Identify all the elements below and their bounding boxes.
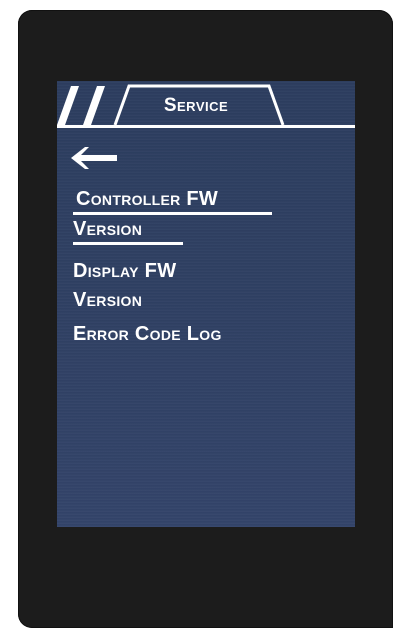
- arrow-left-icon[interactable]: [71, 147, 117, 169]
- menu-item-label-line1: Controller FW: [73, 187, 272, 215]
- menu-item-controller-fw-version[interactable]: Controller FW Version: [73, 185, 272, 245]
- header-slash-1: [57, 86, 79, 125]
- header-slash-2: [83, 86, 105, 125]
- menu-item-label: Error Code Log: [73, 323, 222, 345]
- menu-item-label-line2: Version: [73, 217, 183, 245]
- menu-item-display-fw-version[interactable]: Display FW Version: [73, 257, 176, 315]
- menu-item-error-code-log[interactable]: Error Code Log: [73, 320, 222, 349]
- display-screen: Service Controller FW Version Display FW…: [57, 81, 355, 527]
- menu-item-label-line1: Display FW: [73, 260, 177, 282]
- menu-item-label-line2: Version: [73, 289, 143, 311]
- page-title: Service: [163, 95, 229, 116]
